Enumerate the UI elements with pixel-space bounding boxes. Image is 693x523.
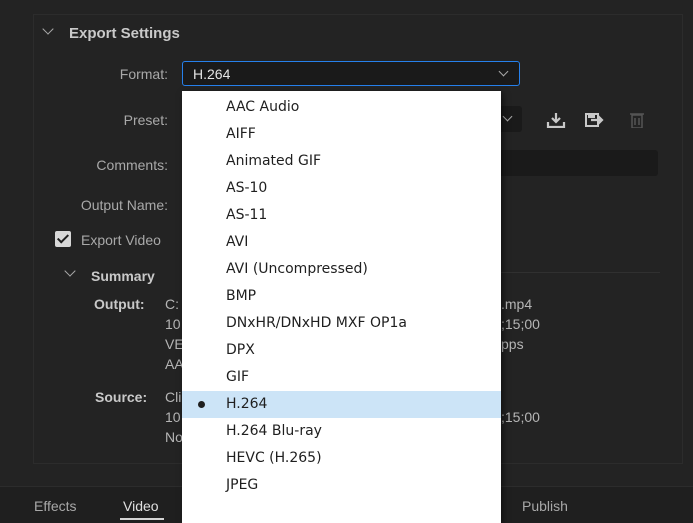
output-line-4: AA xyxy=(165,356,184,372)
option-label: Animated GIF xyxy=(226,153,322,169)
source-label: Source: xyxy=(95,389,148,405)
summary-title: Summary xyxy=(91,268,155,284)
format-option-animated-gif[interactable]: Animated GIF xyxy=(182,148,501,175)
source-line-1: Cli xyxy=(165,389,182,405)
option-label: AVI xyxy=(226,234,249,250)
chevron-down-icon xyxy=(498,66,509,77)
source-right-1: ;15;00 xyxy=(501,409,540,425)
format-dropdown[interactable]: H.264 xyxy=(182,61,520,86)
format-dropdown-value: H.264 xyxy=(193,66,231,82)
format-option-bmp[interactable]: BMP xyxy=(182,283,501,310)
format-option-h264-bluray[interactable]: H.264 Blu-ray xyxy=(182,418,501,445)
format-label: Format: xyxy=(119,66,168,82)
option-label: H.264 Blu-ray xyxy=(226,423,322,439)
preset-dropdown[interactable] xyxy=(500,106,522,132)
export-video-label: Export Video xyxy=(81,232,161,248)
format-option-aiff[interactable]: AIFF xyxy=(182,121,501,148)
output-right-3: pps xyxy=(501,336,524,352)
tab-video[interactable]: Video xyxy=(123,498,159,514)
option-label: DNxHR/DNxHD MXF OP1a xyxy=(226,315,407,331)
format-option-avi-uncompressed[interactable]: AVI (Uncompressed) xyxy=(182,256,501,283)
format-option-dnxhr[interactable]: DNxHR/DNxHD MXF OP1a xyxy=(182,310,501,337)
active-tab-indicator xyxy=(120,518,164,520)
format-option-gif[interactable]: GIF xyxy=(182,364,501,391)
source-line-3: No xyxy=(165,429,183,445)
export-settings-title: Export Settings xyxy=(69,25,180,42)
tab-effects[interactable]: Effects xyxy=(34,498,77,514)
source-line-2: 10 xyxy=(165,409,181,425)
import-preset-icon[interactable] xyxy=(546,112,566,128)
delete-preset-icon[interactable] xyxy=(627,112,647,128)
format-option-h264[interactable]: H.264 xyxy=(182,391,501,418)
output-right-1: .mp4 xyxy=(501,296,533,312)
option-label: GIF xyxy=(226,369,250,385)
tab-publish[interactable]: Publish xyxy=(522,498,568,514)
output-name-label: Output Name: xyxy=(80,197,168,213)
chevron-down-icon xyxy=(502,111,513,122)
format-option-hevc[interactable]: HEVC (H.265) xyxy=(182,445,501,472)
option-label: DPX xyxy=(226,342,255,358)
option-label: AIFF xyxy=(226,126,256,142)
output-right-2: ;15;00 xyxy=(501,316,540,332)
output-line-3: VE xyxy=(165,336,184,352)
comments-input[interactable] xyxy=(500,150,658,176)
output-label: Output: xyxy=(94,296,145,312)
format-option-as-10[interactable]: AS-10 xyxy=(182,175,501,202)
option-label: AAC Audio xyxy=(226,99,300,115)
save-preset-icon[interactable] xyxy=(584,112,604,128)
format-option-avi[interactable]: AVI xyxy=(182,229,501,256)
comments-label: Comments: xyxy=(96,157,168,173)
option-label: H.264 xyxy=(226,396,268,412)
preset-label: Preset: xyxy=(123,112,168,128)
option-label: AS-10 xyxy=(226,180,268,196)
option-label: HEVC (H.265) xyxy=(226,450,322,466)
output-line-2: 10 xyxy=(165,316,181,332)
option-label: AS-11 xyxy=(226,207,268,223)
output-line-1: C: xyxy=(165,296,179,312)
format-option-dpx[interactable]: DPX xyxy=(182,337,501,364)
format-option-as-11[interactable]: AS-11 xyxy=(182,202,501,229)
format-options-list: AAC Audio AIFF Animated GIF AS-10 AS-11 … xyxy=(182,91,501,523)
format-option-aac-audio[interactable]: AAC Audio xyxy=(182,94,501,121)
option-label: BMP xyxy=(226,288,257,304)
option-label: AVI (Uncompressed) xyxy=(226,261,368,277)
export-video-checkbox[interactable] xyxy=(55,231,71,247)
format-option-jpeg[interactable]: JPEG xyxy=(182,472,501,499)
option-label: JPEG xyxy=(226,477,259,493)
selected-bullet-icon xyxy=(198,401,205,408)
summary-divider xyxy=(490,272,660,273)
